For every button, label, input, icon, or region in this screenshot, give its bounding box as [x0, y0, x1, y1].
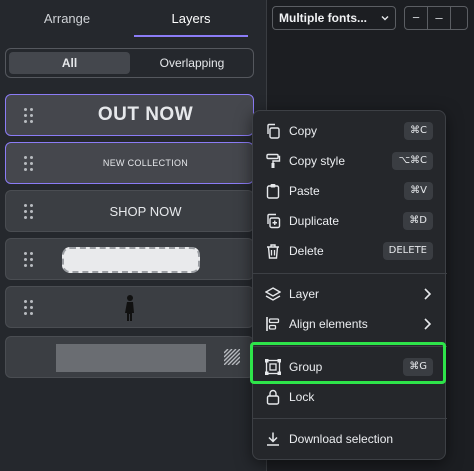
menu-item-label: Copy style	[289, 154, 346, 168]
active-tab-indicator	[134, 35, 248, 37]
menu-item-label: Lock	[289, 390, 315, 404]
filter-all-button[interactable]: All	[9, 52, 130, 74]
menu-item-download-selection[interactable]: Download selection	[253, 424, 447, 454]
group-highlight-box	[250, 342, 446, 384]
drag-handle-icon[interactable]	[24, 156, 34, 172]
layer-item-out-now[interactable]: OUT NOW	[5, 94, 254, 136]
trash-icon	[267, 244, 279, 259]
menu-item-label: Layer	[289, 287, 320, 301]
shortcut-badge: ⌘V	[404, 182, 433, 200]
duplicate-icon	[267, 213, 281, 229]
layer-filter: All Overlapping	[5, 48, 254, 78]
chevron-right-icon	[424, 318, 431, 330]
context-menu: Copy ⌘C Copy style ⌥⌘C Paste ⌘V Duplicat…	[252, 110, 447, 460]
shortcut-badge: ⌥⌘C	[392, 152, 433, 170]
menu-item-label: Download selection	[289, 432, 394, 446]
menu-item-lock[interactable]: Lock	[253, 382, 447, 412]
filter-overlapping-button[interactable]: Overlapping	[134, 52, 250, 74]
align-icon	[266, 317, 280, 331]
layers-panel: Arrange Layers All Overlapping OUT NOW N…	[0, 0, 266, 471]
drag-handle-icon[interactable]	[24, 300, 34, 316]
layer-item-background[interactable]	[5, 336, 254, 378]
menu-item-delete[interactable]: Delete DELETE	[253, 236, 447, 266]
transparency-pattern-icon	[224, 349, 240, 365]
person-figure-thumbnail	[125, 295, 134, 321]
menu-item-copy-style[interactable]: Copy style ⌥⌘C	[253, 146, 447, 176]
shortcut-badge: ⌘C	[404, 122, 433, 140]
tab-layers[interactable]: Layers	[134, 0, 248, 38]
menu-divider	[253, 418, 447, 419]
tab-arrange[interactable]: Arrange	[0, 0, 134, 38]
menu-item-duplicate[interactable]: Duplicate ⌘D	[253, 206, 447, 236]
chevron-right-icon	[424, 288, 431, 300]
decrease-font-size-button[interactable]: −	[405, 7, 427, 29]
menu-item-label: Duplicate	[289, 214, 340, 228]
font-family-dropdown[interactable]: Multiple fonts...	[272, 6, 396, 30]
font-size-stepper: − –	[404, 6, 468, 30]
layer-item-shop-now[interactable]: SHOP NOW	[5, 190, 254, 232]
menu-item-label: Delete	[289, 244, 324, 258]
download-icon	[267, 432, 279, 446]
layer-item-figure[interactable]	[5, 286, 254, 328]
layer-item-button-shape[interactable]	[5, 238, 254, 280]
layer-label: OUT NOW	[97, 104, 194, 125]
menu-item-paste[interactable]: Paste ⌘V	[253, 176, 447, 206]
menu-item-copy[interactable]: Copy ⌘C	[253, 116, 447, 146]
clipboard-icon	[266, 184, 280, 199]
shortcut-badge: ⌘D	[403, 212, 433, 230]
lock-icon	[266, 389, 280, 405]
drag-handle-icon[interactable]	[24, 204, 34, 220]
layer-label: NEW COLLECTION	[102, 158, 189, 168]
background-thumbnail	[56, 344, 206, 372]
rounded-rectangle-thumbnail	[62, 247, 200, 273]
layer-item-new-collection[interactable]: NEW COLLECTION	[5, 142, 254, 184]
paint-roller-icon	[266, 153, 281, 168]
drag-handle-icon[interactable]	[24, 252, 34, 268]
layers-icon	[265, 287, 281, 301]
menu-item-label: Copy	[289, 124, 318, 138]
menu-item-align-elements[interactable]: Align elements	[253, 309, 447, 339]
panel-tabs: Arrange Layers	[0, 0, 266, 38]
chevron-down-icon	[381, 16, 389, 21]
menu-divider	[253, 273, 447, 274]
font-size-value[interactable]: –	[428, 7, 450, 29]
menu-item-label: Align elements	[289, 317, 368, 331]
font-family-label: Multiple fonts...	[279, 11, 367, 25]
drag-handle-icon[interactable]	[24, 108, 34, 124]
copy-icon	[267, 123, 280, 139]
menu-item-label: Paste	[289, 184, 320, 198]
layer-label: SHOP NOW	[109, 203, 182, 219]
shortcut-badge: DELETE	[382, 242, 433, 260]
menu-item-layer[interactable]: Layer	[253, 279, 447, 309]
